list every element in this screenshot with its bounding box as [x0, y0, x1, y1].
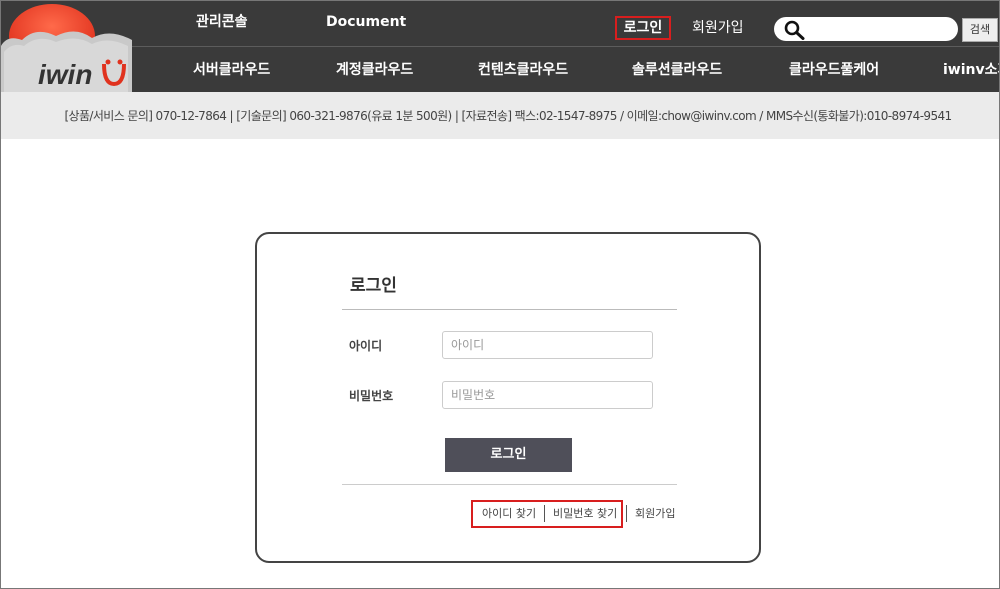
signup-link-bottom[interactable]: 회원가입	[635, 507, 675, 521]
login-card: 로그인 아이디 비밀번호 로그인 아이디 찾기 비밀번호 찾기 회원가입	[255, 232, 761, 563]
link-separator	[626, 505, 627, 522]
form-divider	[342, 484, 677, 485]
id-label: 아이디	[349, 339, 383, 353]
password-label: 비밀번호	[349, 389, 394, 403]
find-password-link[interactable]: 비밀번호 찾기	[553, 507, 617, 521]
console-link[interactable]: 관리콘솔	[196, 12, 248, 32]
header-divider	[132, 46, 1000, 47]
nav-cloud-fullcare[interactable]: 클라우드풀케어	[789, 60, 879, 80]
logo-graphic: iwin	[0, 4, 132, 93]
site-header: iwin 관리콘솔 Document 로그인 회원가입 검색 서버클라우드 계정…	[0, 0, 1000, 93]
document-link[interactable]: Document	[326, 12, 406, 32]
link-separator	[544, 505, 545, 522]
search-button[interactable]: 검색	[962, 18, 998, 42]
find-id-link[interactable]: 아이디 찾기	[482, 507, 536, 521]
login-button[interactable]: 로그인	[445, 438, 572, 472]
search-icon	[784, 20, 806, 44]
nav-iwinv-intro[interactable]: iwinv소개	[943, 60, 1000, 80]
nav-account-cloud[interactable]: 계정클라우드	[336, 60, 413, 80]
nav-solution-cloud[interactable]: 솔루션클라우드	[632, 60, 722, 80]
contact-info-bar: [상품/서비스 문의] 070-12-7864 | [기술문의] 060-321…	[0, 92, 1000, 139]
nav-content-cloud[interactable]: 컨텐츠클라우드	[478, 60, 568, 80]
logo-text: iwin	[38, 59, 92, 90]
contact-info-text: [상품/서비스 문의] 070-12-7864 | [기술문의] 060-321…	[64, 109, 952, 123]
login-title: 로그인	[350, 276, 397, 296]
password-input[interactable]	[442, 381, 653, 409]
nav-server-cloud[interactable]: 서버클라우드	[193, 60, 270, 80]
id-input[interactable]	[442, 331, 653, 359]
signup-link[interactable]: 회원가입	[692, 18, 744, 38]
title-divider	[342, 309, 677, 310]
login-link[interactable]: 로그인	[615, 16, 671, 40]
search-input[interactable]	[774, 17, 958, 41]
site-logo[interactable]: iwin	[0, 0, 132, 93]
